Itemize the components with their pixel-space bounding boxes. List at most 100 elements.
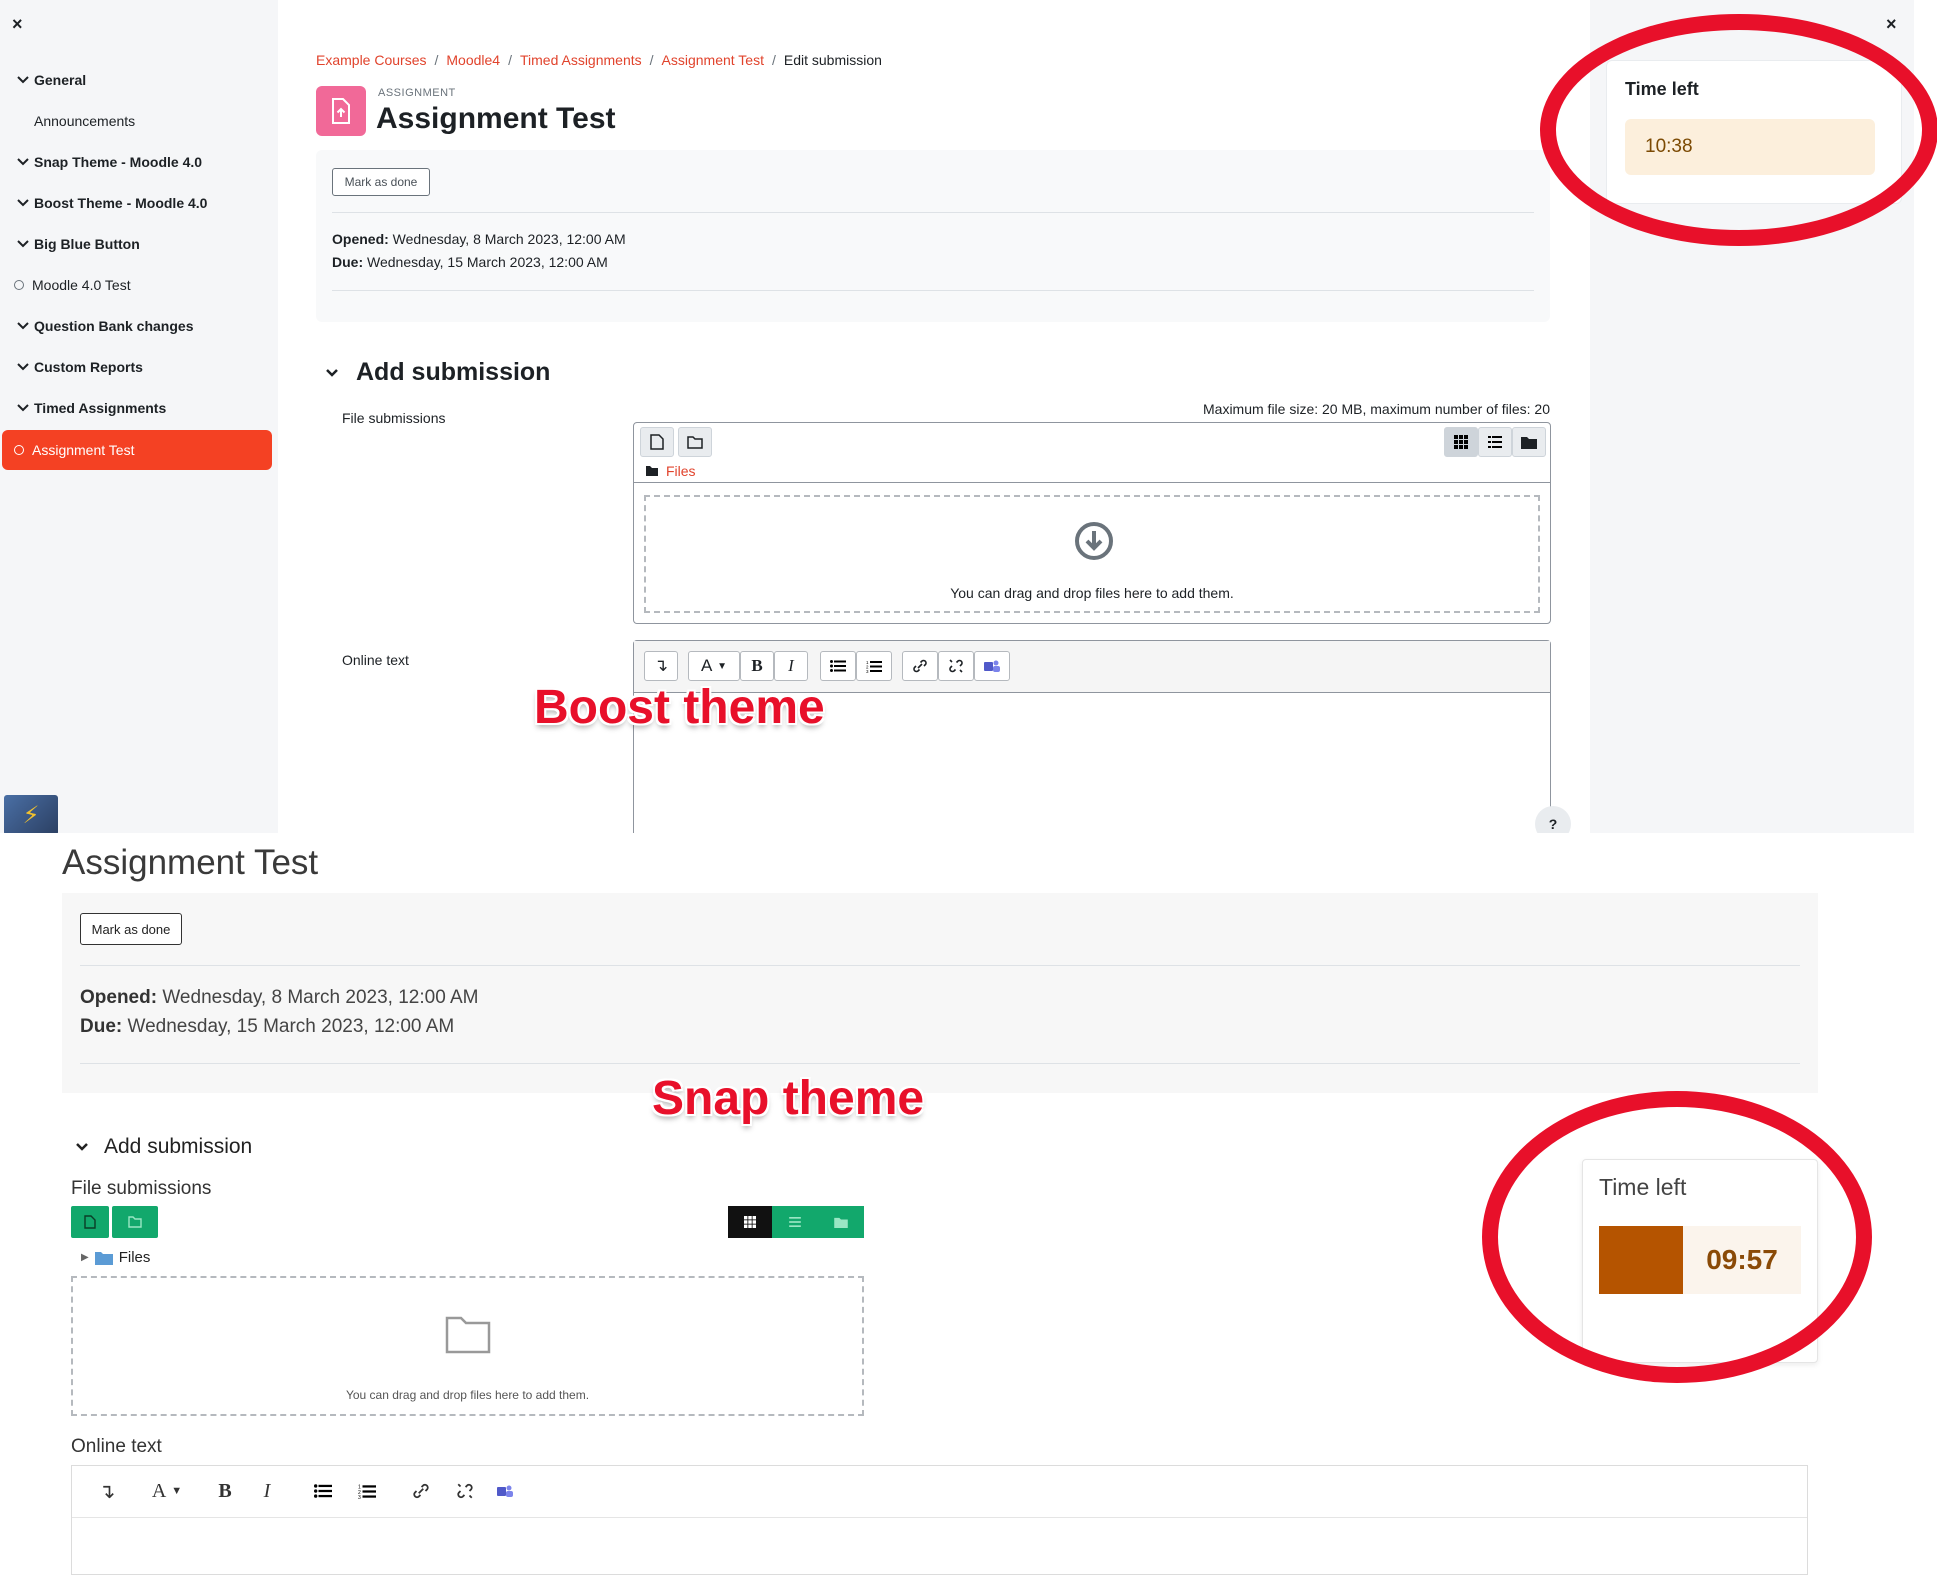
toolbar-collapse-button[interactable]: ↴: [92, 1476, 122, 1506]
font-style-label: A: [701, 656, 713, 675]
course-index-question-bank[interactable]: Question Bank changes: [12, 306, 272, 346]
files-path: ▶ Files: [81, 1249, 150, 1266]
course-index-snap-theme[interactable]: Snap Theme - Moodle 4.0: [12, 142, 272, 182]
add-submission-heading[interactable]: Add submission: [74, 1135, 252, 1159]
online-text-editor[interactable]: ↴ A ▼ B I 123: [633, 640, 1551, 833]
close-drawer-icon[interactable]: ×: [12, 14, 23, 35]
breadcrumb-current: Edit submission: [783, 52, 882, 68]
completion-circle-icon: [14, 280, 24, 290]
course-index-timed-assignments[interactable]: Timed Assignments: [12, 388, 272, 428]
file-submissions-label: File submissions: [71, 1178, 212, 1199]
teams-icon: [497, 1485, 513, 1497]
file-drop-zone[interactable]: You can drag and drop files here to add …: [644, 495, 1540, 613]
view-icons-button[interactable]: [728, 1206, 772, 1238]
add-file-button[interactable]: [71, 1206, 109, 1238]
course-index-boost-theme[interactable]: Boost Theme - Moodle 4.0: [12, 183, 272, 223]
files-folder-link[interactable]: Files: [119, 1249, 151, 1266]
numbered-list-icon: 123: [866, 660, 882, 673]
list-icon: [789, 1217, 801, 1227]
bold-button[interactable]: B: [740, 651, 774, 681]
link-icon: [913, 659, 927, 673]
breadcrumb-timed-assignments[interactable]: Timed Assignments: [520, 52, 642, 68]
opened-value: Wednesday, 8 March 2023, 12:00 AM: [157, 987, 479, 1008]
chevron-down-icon: [12, 158, 34, 166]
unlink-icon: [949, 659, 963, 673]
insert-link-button[interactable]: [902, 651, 938, 681]
nav-label: Timed Assignments: [34, 400, 167, 416]
numbered-list-button[interactable]: 123: [856, 651, 892, 681]
due-label: Due:: [332, 254, 364, 270]
bold-button[interactable]: B: [210, 1476, 240, 1506]
bulleted-list-button[interactable]: [820, 651, 856, 681]
create-folder-button[interactable]: [112, 1206, 158, 1238]
bulleted-list-button[interactable]: [308, 1476, 338, 1506]
nav-label: Big Blue Button: [34, 236, 140, 252]
help-button[interactable]: ?: [1535, 806, 1571, 833]
file-icon: [84, 1215, 96, 1229]
opened-label: Opened:: [332, 231, 389, 247]
mark-as-done-button[interactable]: Mark as done: [80, 913, 182, 945]
boost-theme-annotation: Boost theme: [534, 681, 825, 734]
folder-blue-icon: [94, 1251, 113, 1265]
grid-icon: [1454, 435, 1468, 449]
course-index-drawer: × General Announcements Snap Theme - Moo…: [0, 0, 278, 833]
nav-label: General: [34, 72, 87, 88]
chevron-down-icon: [12, 240, 34, 248]
unlink-button[interactable]: [938, 651, 974, 681]
teams-meeting-button[interactable]: [974, 651, 1010, 681]
course-index-general[interactable]: General: [12, 60, 272, 100]
assignment-icon: [316, 86, 366, 136]
toolbar-collapse-button[interactable]: ↴: [644, 651, 678, 681]
view-list-button[interactable]: [772, 1206, 818, 1238]
online-text-label: Online text: [342, 652, 409, 668]
file-picker: Files You can drag and drop files here t…: [633, 422, 1551, 624]
svg-text:3: 3: [358, 1494, 361, 1498]
due-value: Wednesday, 15 March 2023, 12:00 AM: [122, 1016, 455, 1037]
course-index-custom-reports[interactable]: Custom Reports: [12, 347, 272, 387]
online-text-editor[interactable]: ↴ A ▼ B I 123: [71, 1465, 1808, 1575]
chevron-down-icon: [12, 322, 34, 330]
chevron-down-icon: [326, 368, 338, 377]
font-style-label: A: [151, 1479, 167, 1502]
course-index-big-blue-button[interactable]: Big Blue Button: [12, 224, 272, 264]
font-style-button[interactable]: A ▼: [688, 651, 740, 681]
font-style-button[interactable]: A ▼: [142, 1476, 192, 1506]
course-index-assignment-test[interactable]: Assignment Test: [2, 430, 272, 470]
mark-as-done-button[interactable]: Mark as done: [332, 168, 430, 196]
activity-dates: Opened: Wednesday, 8 March 2023, 12:00 A…: [332, 228, 626, 274]
numbered-list-button[interactable]: 123: [352, 1476, 382, 1506]
teams-meeting-button[interactable]: [490, 1476, 520, 1506]
breadcrumb-example-courses[interactable]: Example Courses: [316, 52, 427, 68]
nav-label: Custom Reports: [34, 359, 143, 375]
breadcrumb-assignment-test[interactable]: Assignment Test: [662, 52, 764, 68]
insert-link-button[interactable]: [406, 1476, 436, 1506]
folder-icon: [687, 436, 703, 449]
italic-button[interactable]: I: [774, 651, 808, 681]
create-folder-button[interactable]: [678, 427, 712, 457]
view-tree-button[interactable]: [818, 1206, 864, 1238]
add-file-button[interactable]: [640, 427, 674, 457]
view-icons-button[interactable]: [1444, 427, 1478, 457]
section-title: Add submission: [356, 358, 551, 386]
close-block-drawer-icon[interactable]: ×: [1886, 14, 1897, 35]
moodle-logo-icon: ⚡: [4, 795, 58, 833]
course-index-announcements[interactable]: Announcements: [12, 101, 272, 141]
due-label: Due:: [80, 1016, 123, 1037]
caret-down-icon: ▼: [171, 1485, 183, 1497]
chevron-down-icon: [12, 363, 34, 371]
list-icon: [1488, 436, 1502, 448]
breadcrumb-moodle4[interactable]: Moodle4: [446, 52, 500, 68]
italic-button[interactable]: I: [252, 1476, 282, 1506]
course-index-moodle-test[interactable]: Moodle 4.0 Test: [12, 265, 272, 305]
folder-icon: [128, 1216, 142, 1228]
file-drop-zone[interactable]: You can drag and drop files here to add …: [71, 1276, 864, 1416]
unlink-button[interactable]: [450, 1476, 480, 1506]
boost-theme-screenshot: × General Announcements Snap Theme - Moo…: [0, 0, 1937, 833]
activity-dates: Opened: Wednesday, 8 March 2023, 12:00 A…: [80, 983, 479, 1041]
bullet-list-icon: [314, 1484, 332, 1498]
add-submission-heading[interactable]: Add submission: [324, 358, 550, 387]
files-folder-link[interactable]: Files: [666, 463, 696, 479]
view-tree-button[interactable]: [1512, 427, 1546, 457]
view-list-button[interactable]: [1478, 427, 1512, 457]
due-value: Wednesday, 15 March 2023, 12:00 AM: [363, 254, 608, 270]
